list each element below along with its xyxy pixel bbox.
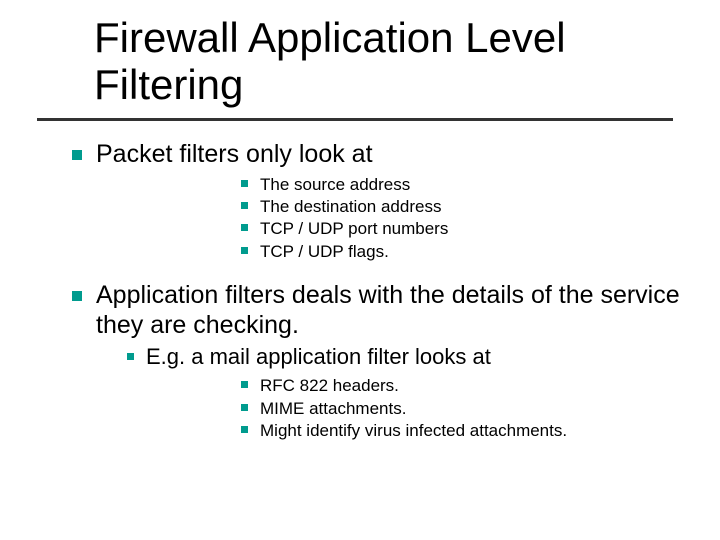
bullet-cell — [60, 344, 134, 360]
bullet-level-2: The destination address — [60, 196, 680, 218]
square-bullet-icon — [241, 180, 248, 187]
bullet-text: Packet filters only look at — [82, 140, 680, 170]
square-bullet-icon — [241, 247, 248, 254]
slide-body: Packet filters only look at The source a… — [60, 140, 680, 442]
bullet-text: TCP / UDP flags. — [248, 241, 680, 263]
bullet-text: RFC 822 headers. — [248, 375, 680, 397]
bullet-text: Application filters deals with the detai… — [82, 281, 680, 340]
bullet-text: TCP / UDP port numbers — [248, 218, 680, 240]
sub-sub-bullets-group: RFC 822 headers. MIME attachments. Might… — [60, 375, 680, 442]
slide: Firewall Application Level Filtering Pac… — [0, 0, 720, 540]
sub-bullets-group: The source address The destination addre… — [60, 174, 680, 264]
bullet-text: E.g. a mail application filter looks at — [134, 344, 680, 371]
bullet-cell — [60, 398, 248, 411]
bullet-level-2: The source address — [60, 174, 680, 196]
square-bullet-icon — [241, 381, 248, 388]
bullet-cell — [60, 196, 248, 209]
title-line-2: Filtering — [94, 61, 566, 108]
title-underline — [37, 118, 673, 121]
square-bullet-icon — [127, 353, 134, 360]
bullet-cell — [60, 281, 82, 301]
bullet-level-1: Packet filters only look at — [60, 140, 680, 170]
square-bullet-icon — [241, 224, 248, 231]
bullet-level-3: Might identify virus infected attachment… — [60, 420, 680, 442]
bullet-cell — [60, 140, 82, 160]
bullet-text: MIME attachments. — [248, 398, 680, 420]
bullet-cell — [60, 174, 248, 187]
bullet-text: The source address — [248, 174, 680, 196]
square-bullet-icon — [241, 202, 248, 209]
bullet-level-3: MIME attachments. — [60, 398, 680, 420]
bullet-level-2: E.g. a mail application filter looks at — [60, 344, 680, 371]
title-line-1: Firewall Application Level — [94, 14, 566, 61]
bullet-level-1: Application filters deals with the detai… — [60, 281, 680, 340]
bullet-level-2: TCP / UDP port numbers — [60, 218, 680, 240]
square-bullet-icon — [72, 291, 82, 301]
bullet-cell — [60, 375, 248, 388]
bullet-cell — [60, 420, 248, 433]
bullet-text: Might identify virus infected attachment… — [248, 420, 680, 442]
slide-title: Firewall Application Level Filtering — [94, 14, 566, 108]
bullet-cell — [60, 241, 248, 254]
square-bullet-icon — [72, 150, 82, 160]
square-bullet-icon — [241, 426, 248, 433]
bullet-cell — [60, 218, 248, 231]
bullet-text: The destination address — [248, 196, 680, 218]
bullet-level-3: RFC 822 headers. — [60, 375, 680, 397]
square-bullet-icon — [241, 404, 248, 411]
bullet-level-2: TCP / UDP flags. — [60, 241, 680, 263]
